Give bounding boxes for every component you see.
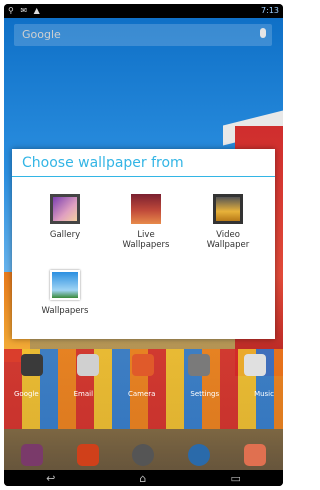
camera-app-icon[interactable] (132, 354, 155, 376)
recents-icon[interactable]: ▭ (231, 472, 241, 485)
title-divider (12, 176, 275, 177)
clock: 7:13 (261, 6, 279, 15)
back-icon[interactable]: ↩ (46, 472, 55, 485)
video-wallpaper-icon (213, 194, 243, 224)
option-label: Gallery (49, 230, 81, 240)
option-label: Wallpapers (41, 306, 89, 316)
app-label: Email (73, 390, 94, 398)
messaging-icon[interactable] (244, 444, 267, 466)
app-drawer-icon[interactable] (132, 444, 155, 466)
app-label: Google (14, 390, 39, 398)
wallpapers-option[interactable]: Wallpapers (30, 270, 100, 316)
live-wallpapers-icon (131, 194, 161, 224)
app-label: Settings (190, 390, 220, 398)
app-label: Music (254, 390, 274, 398)
video-wallpaper-option[interactable]: Video Wallpaper (193, 194, 263, 250)
status-bar: ⚲ ✉ ▲ 7:13 (4, 4, 283, 18)
gallery-option[interactable]: Gallery (30, 194, 100, 240)
hotseat (4, 442, 283, 468)
settings-app-icon[interactable] (188, 354, 211, 376)
option-label: Video Wallpaper (206, 230, 250, 250)
music-app-icon[interactable] (244, 354, 267, 376)
email-app-icon[interactable] (76, 354, 99, 376)
google-search-bar[interactable]: Google (14, 24, 272, 46)
search-placeholder: Google (22, 28, 61, 41)
notification-icons: ⚲ ✉ ▲ (8, 6, 42, 15)
navigation-bar: ↩ ⌂ ▭ (4, 470, 283, 486)
browser-icon[interactable] (188, 444, 211, 466)
home-app-icons (4, 354, 283, 376)
phone-icon[interactable] (20, 444, 43, 466)
option-label: Live Wallpapers (122, 230, 170, 250)
home-icon[interactable]: ⌂ (139, 472, 146, 485)
microphone-icon[interactable] (260, 28, 266, 38)
dialog-title: Choose wallpaper from (22, 155, 184, 171)
google-app-icon[interactable] (20, 354, 43, 376)
live-wallpapers-option[interactable]: Live Wallpapers (111, 194, 181, 250)
gallery-icon (50, 194, 80, 224)
choose-wallpaper-dialog: Choose wallpaper from Gallery Live Wallp… (12, 149, 275, 339)
wallpapers-icon (50, 270, 80, 300)
app-label: Camera (127, 390, 156, 398)
info-app-icon[interactable] (76, 444, 99, 466)
home-app-labels: Google Email Camera Settings Music (14, 390, 274, 398)
